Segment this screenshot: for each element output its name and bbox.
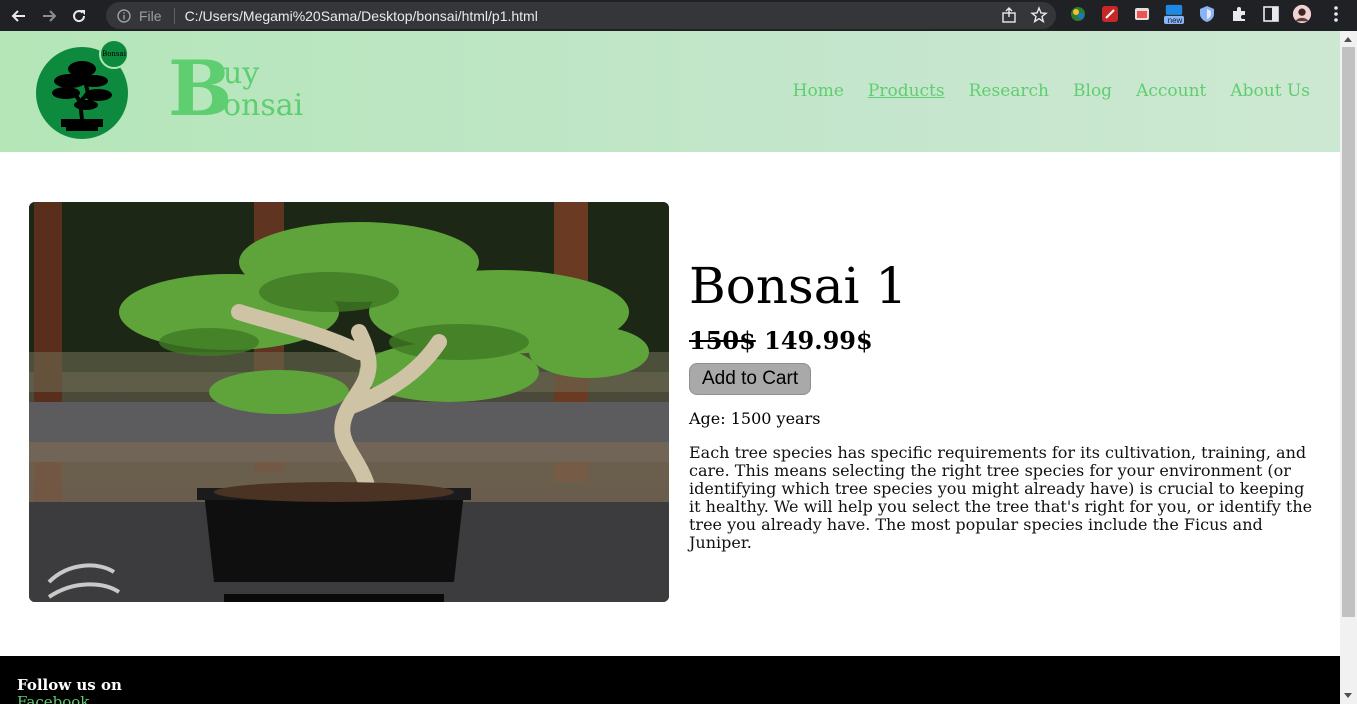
product-description: Each tree species has specific requireme… (689, 443, 1313, 552)
page-scrollbar[interactable] (1340, 31, 1357, 704)
scroll-down-icon[interactable] (1344, 693, 1352, 698)
side-panel-icon[interactable] (1261, 4, 1281, 24)
puzzle-extensions-icon[interactable] (1229, 4, 1249, 24)
browser-menu-icon[interactable] (1326, 4, 1346, 24)
site-header: Bonsai B uy onsai Home Products Research… (0, 31, 1340, 152)
extension-color-icon[interactable] (1068, 4, 1088, 24)
nav-account[interactable]: Account (1136, 81, 1206, 101)
product-age: Age: 1500 years (689, 409, 821, 428)
product-details: Bonsai 1 150$ 149.99$ Add to Cart Age: 1… (689, 256, 1314, 552)
info-icon[interactable] (116, 8, 132, 24)
product-title: Bonsai 1 (689, 257, 908, 315)
back-arrow-icon[interactable] (8, 5, 30, 27)
logo-badge: Bonsai (99, 39, 129, 69)
page-viewport: Bonsai B uy onsai Home Products Research… (0, 31, 1340, 704)
address-bar[interactable]: File C:/Users/Megami%20Sama/Desktop/bons… (106, 2, 1056, 29)
extension-new-icon[interactable]: new (1164, 4, 1184, 25)
product-image (29, 202, 669, 602)
shield-icon[interactable] (1197, 4, 1217, 24)
extension-new-badge: new (1167, 16, 1183, 25)
share-icon[interactable] (1000, 6, 1018, 28)
reload-icon[interactable] (68, 5, 90, 27)
extension-window-icon[interactable] (1132, 4, 1152, 24)
new-price: 149.99$ (764, 326, 873, 355)
nav-blog[interactable]: Blog (1073, 81, 1112, 101)
bonsai-logo[interactable]: Bonsai (36, 39, 129, 139)
divider (173, 7, 175, 24)
scroll-up-icon[interactable] (1344, 37, 1352, 42)
old-price: 150$ (689, 326, 756, 355)
nav-home[interactable]: Home (793, 81, 844, 101)
extension-red-icon[interactable] (1100, 4, 1120, 24)
browser-toolbar: File C:/Users/Megami%20Sama/Desktop/bons… (0, 0, 1357, 31)
nav-products[interactable]: Products (868, 81, 945, 101)
bookmark-star-icon[interactable] (1030, 6, 1048, 28)
scrollbar-thumb[interactable] (1342, 47, 1355, 617)
nav-about-us[interactable]: About Us (1230, 81, 1310, 101)
nav-research[interactable]: Research (969, 81, 1049, 101)
footer-follow-label: Follow us on (17, 676, 122, 694)
forward-arrow-icon[interactable] (38, 5, 60, 27)
main-nav: Home Products Research Blog Account Abou… (793, 81, 1310, 101)
url-text[interactable]: C:/Users/Megami%20Sama/Desktop/bonsai/ht… (185, 8, 538, 24)
brand-line-2: onsai (223, 88, 304, 123)
add-to-cart-button[interactable]: Add to Cart (689, 363, 812, 395)
facebook-link[interactable]: Facebook (17, 693, 89, 704)
site-footer: Follow us on Facebook (0, 656, 1340, 704)
profile-avatar-icon[interactable] (1292, 4, 1312, 24)
url-scheme: File (139, 7, 162, 24)
product-price: 150$ 149.99$ (689, 326, 1314, 355)
brand-line-1: uy (223, 56, 260, 91)
